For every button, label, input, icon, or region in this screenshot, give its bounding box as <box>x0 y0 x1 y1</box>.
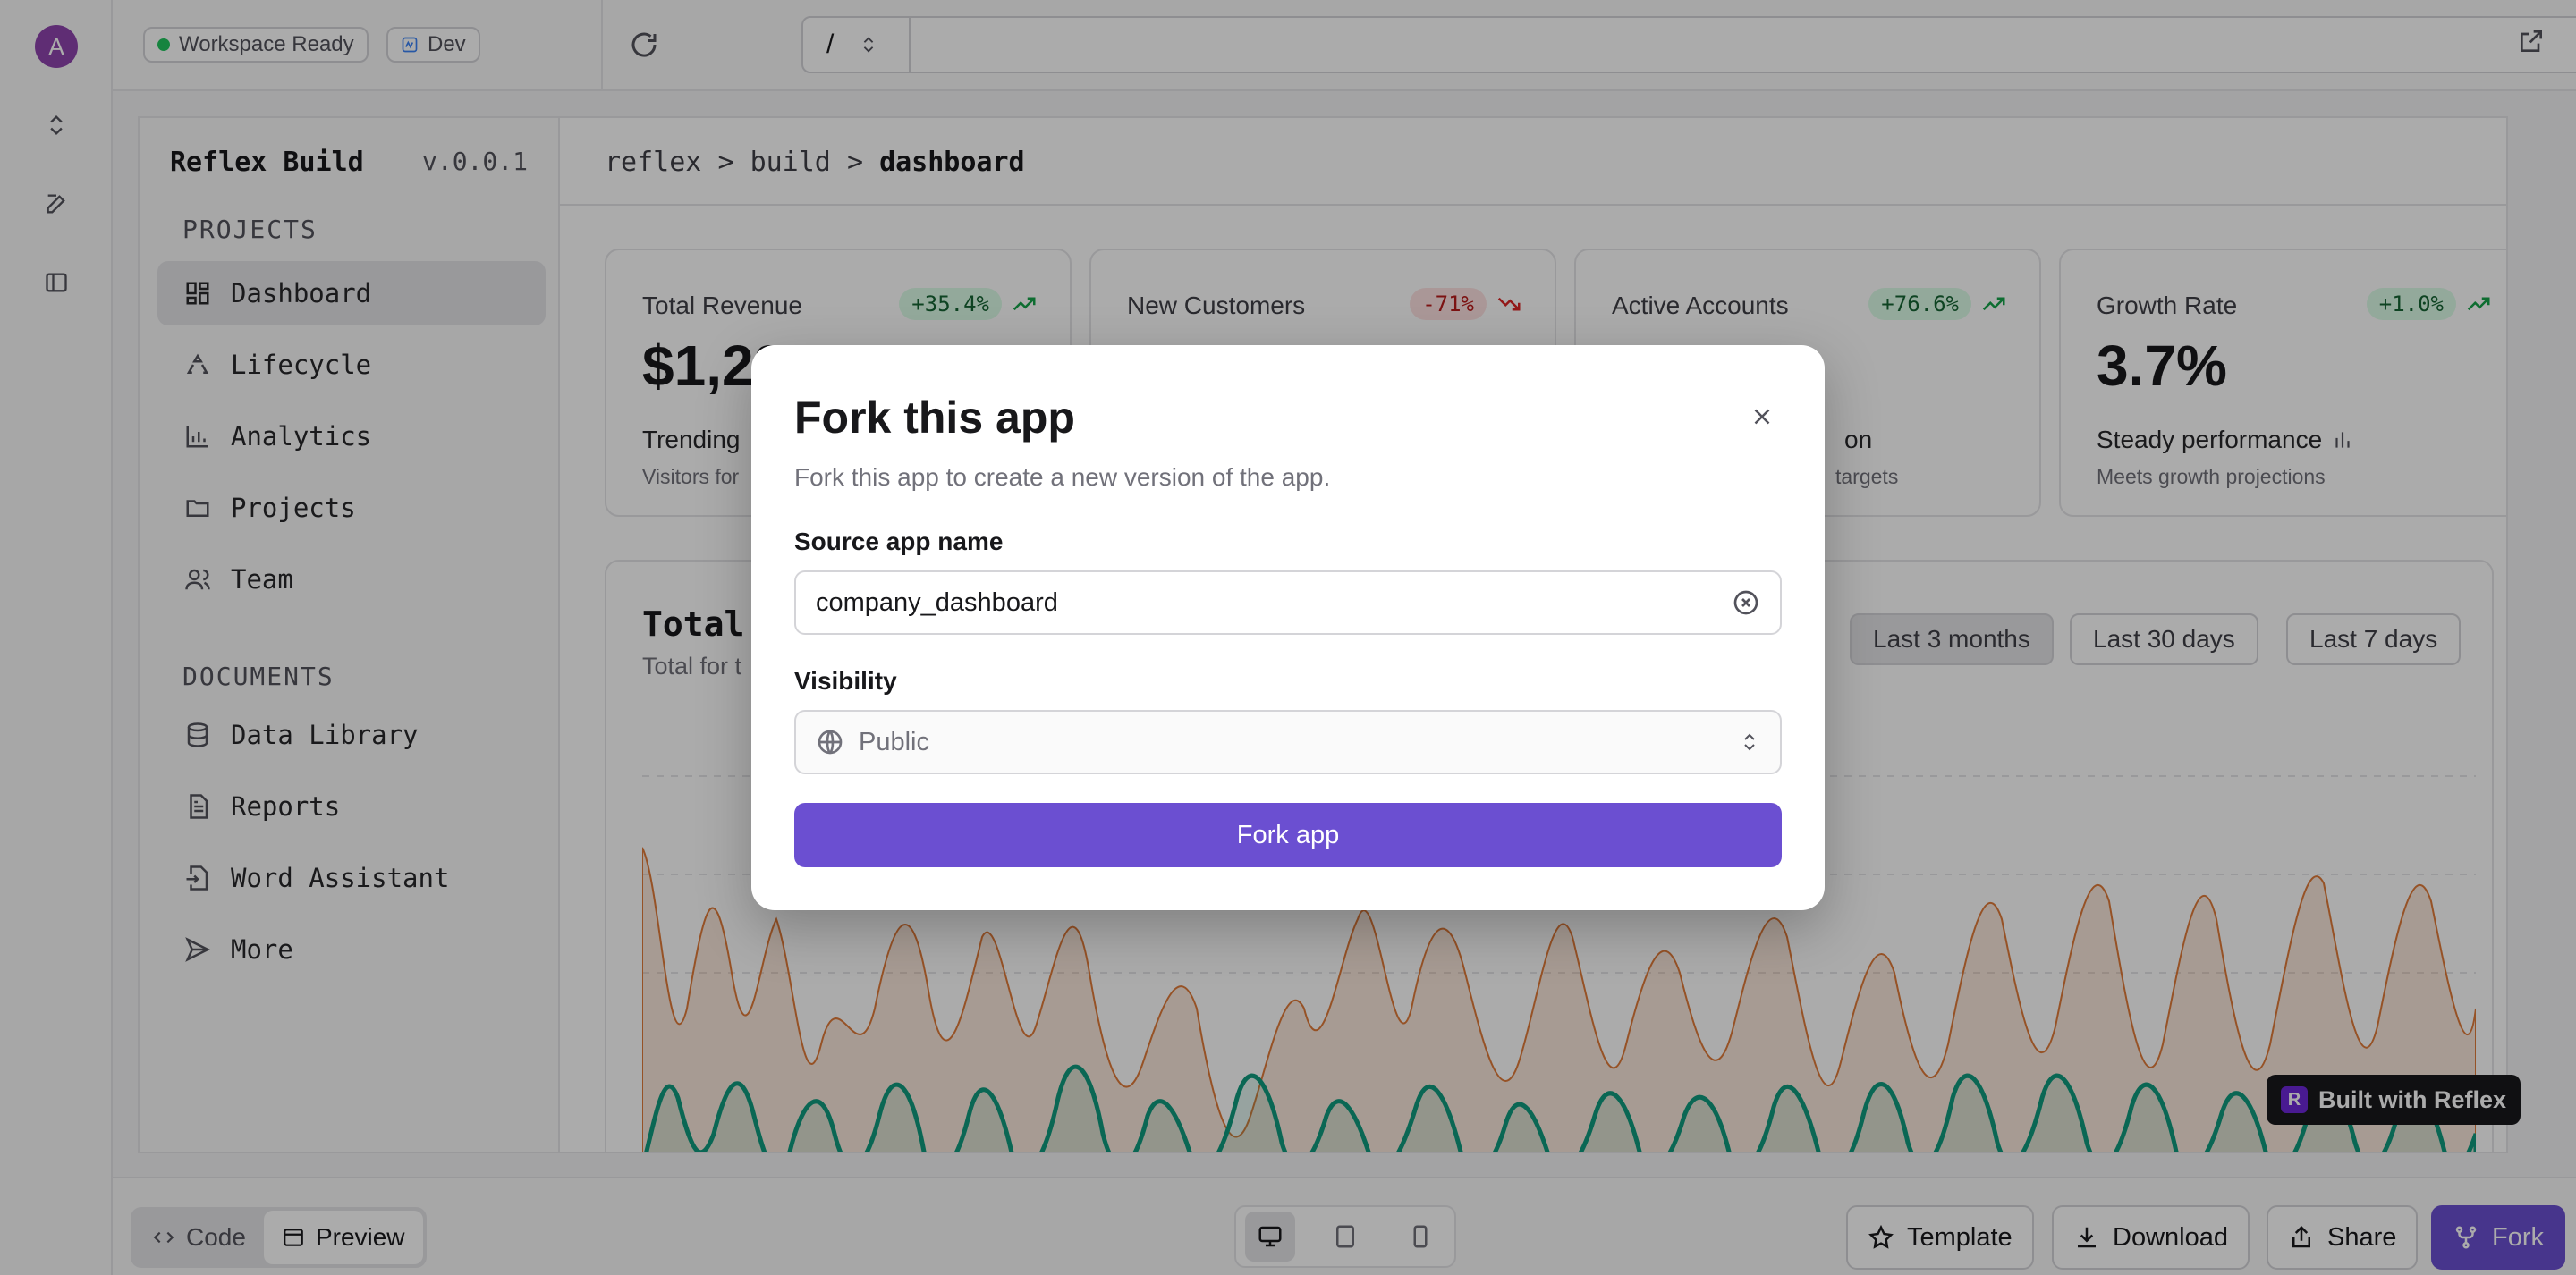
globe-icon <box>818 730 843 755</box>
fork-dialog: Fork this app Fork this app to create a … <box>751 345 1825 910</box>
chevrons-up-down-icon <box>1744 733 1755 751</box>
fork-app-button[interactable]: Fork app <box>794 803 1782 867</box>
source-app-name-label: Source app name <box>794 528 1004 555</box>
source-app-name-value: company_dashboard <box>816 587 1058 617</box>
close-icon[interactable] <box>1744 399 1780 435</box>
visibility-label: Visibility <box>794 667 897 695</box>
source-app-name-input[interactable]: company_dashboard <box>794 570 1782 635</box>
visibility-value: Public <box>859 727 929 756</box>
dialog-description: Fork this app to create a new version of… <box>794 463 1331 491</box>
visibility-select[interactable]: Public <box>794 710 1782 774</box>
dialog-title: Fork this app <box>794 393 1075 443</box>
clear-input-icon[interactable] <box>1732 588 1760 617</box>
